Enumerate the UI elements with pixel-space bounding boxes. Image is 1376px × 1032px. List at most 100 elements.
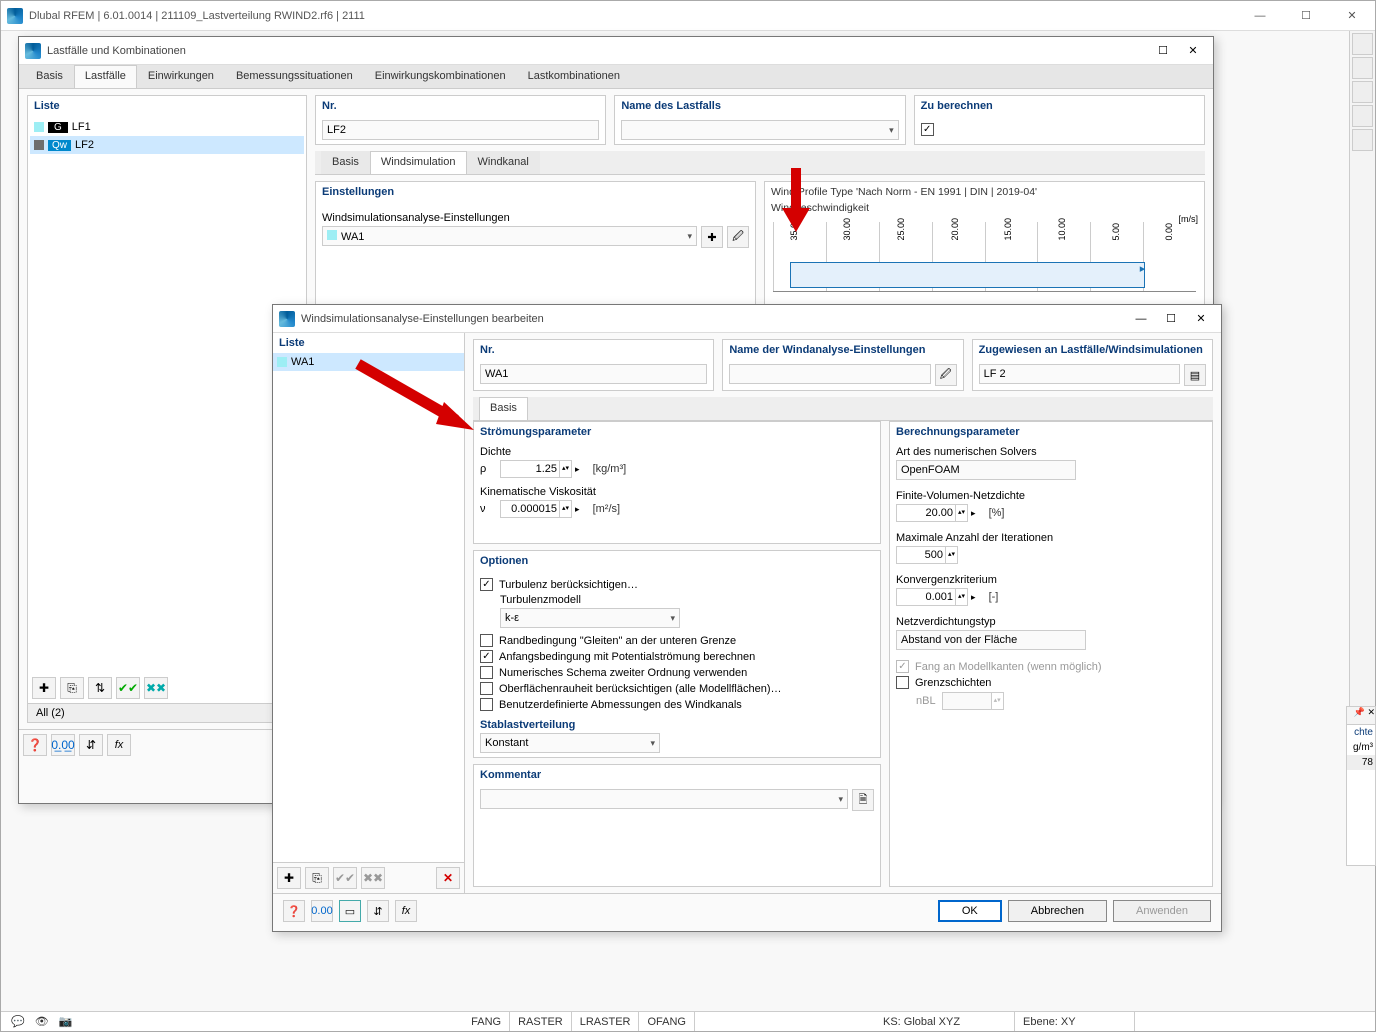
cb-turbulenz[interactable]: ✓Turbulenz berücksichtigen… — [480, 578, 874, 591]
bottom-help-icon[interactable]: ❓ — [23, 734, 47, 756]
status-raster[interactable]: RASTER — [510, 1012, 572, 1031]
list-tool-icon[interactable]: ⇅ — [88, 677, 112, 699]
status-fang[interactable]: FANG — [463, 1012, 510, 1031]
cb-grenz[interactable]: Grenzschichten — [896, 676, 1206, 689]
win1-close-icon[interactable]: ✕ — [1179, 40, 1207, 62]
toolstrip-btn[interactable] — [1352, 105, 1373, 127]
liste-header: Liste — [28, 96, 306, 116]
bottom-fx-icon[interactable]: fx — [107, 734, 131, 756]
cb-numerisch[interactable]: Numerisches Schema zweiter Ordnung verwe… — [480, 666, 874, 679]
toolstrip-btn[interactable] — [1352, 129, 1373, 151]
toolstrip-btn[interactable] — [1352, 57, 1373, 79]
w2-help-icon[interactable]: ❓ — [283, 900, 305, 922]
side-panel-fragment: 📌 ✕ chte g/m³ 78 — [1346, 706, 1376, 866]
wind-edit-icon[interactable]: 🖉 — [727, 226, 749, 248]
w2-frame-icon[interactable]: ▭ — [339, 900, 361, 922]
nr-field[interactable]: LF2 — [322, 120, 599, 140]
komm-btn-icon[interactable]: 🗎 — [852, 789, 874, 811]
zuberechnen-checkbox[interactable]: ✓ — [921, 123, 1198, 136]
max-input[interactable]: ▴▾ — [896, 546, 958, 564]
main-max-icon[interactable]: ☐ — [1283, 1, 1329, 31]
cb-windkanal[interactable]: Benutzerdefinierte Abmessungen des Windk… — [480, 698, 874, 711]
toolstrip-btn[interactable] — [1352, 33, 1373, 55]
app-title: Dlubal RFEM | 6.01.0014 | 211109_Lastver… — [29, 10, 365, 22]
win2-close-icon[interactable]: ✕ — [1187, 308, 1215, 330]
list-check-icon[interactable]: ✔✔ — [116, 677, 140, 699]
w2-nr-field[interactable]: WA1 — [480, 364, 707, 384]
win2-min-icon[interactable]: — — [1127, 308, 1155, 330]
w2-tab-basis[interactable]: Basis — [479, 397, 528, 420]
art-dropdown[interactable]: OpenFOAM — [896, 460, 1076, 480]
bottom-tool3-icon[interactable]: ⇵ — [79, 734, 103, 756]
apply-button[interactable]: Anwenden — [1113, 900, 1211, 922]
list-x-icon[interactable]: ✖✖ — [144, 677, 168, 699]
wind-new-icon[interactable]: ✚ — [701, 226, 723, 248]
konv-l: Konvergenzkriterium — [896, 574, 1206, 586]
profile-sub: Windgeschwindigkeit — [765, 202, 1204, 218]
stab-dropdown[interactable]: Konstant▾ — [480, 733, 660, 753]
eye-icon[interactable]: 👁 — [35, 1015, 49, 1028]
status-ebene[interactable]: Ebene: XY — [1015, 1012, 1135, 1031]
tab-lastfaelle[interactable]: Lastfälle — [74, 65, 137, 88]
konv-input[interactable]: ▴▾▸ — [896, 588, 979, 606]
w2-zugew-field[interactable]: LF 2 — [979, 364, 1180, 384]
help-icon[interactable]: 💬 — [11, 1015, 25, 1028]
win2-max-icon[interactable]: ☐ — [1157, 308, 1185, 330]
tab-basis[interactable]: Basis — [25, 65, 74, 88]
list-copy-icon[interactable]: ⎘ — [60, 677, 84, 699]
namelf-header: Name des Lastfalls — [615, 96, 904, 116]
w2-name-h: Name der Windanalyse-Einstellungen — [723, 340, 962, 360]
w2-nr-h: Nr. — [474, 340, 713, 360]
main-titlebar: Dlubal RFEM | 6.01.0014 | 211109_Lastver… — [1, 1, 1375, 31]
cb-rauheit[interactable]: Oberflächenrauheit berücksichtigen (alle… — [480, 682, 874, 695]
netz-dropdown[interactable]: Abstand von der Fläche — [896, 630, 1086, 650]
main-tabs: Basis Lastfälle Einwirkungen Bemessungss… — [19, 65, 1213, 89]
list-item-lf1[interactable]: G LF1 — [30, 118, 304, 136]
w2-zugew-btn-icon[interactable]: ▤ — [1184, 364, 1206, 386]
tab-einwirkungkombi[interactable]: Einwirkungskombinationen — [364, 65, 517, 88]
ok-button[interactable]: OK — [938, 900, 1002, 922]
list-new-icon[interactable]: ✚ — [32, 677, 56, 699]
cb-potential[interactable]: ✓Anfangsbedingung mit Potentialströmung … — [480, 650, 874, 663]
w2-fx-icon[interactable]: fx — [395, 900, 417, 922]
turb-l: Turbulenzmodell — [500, 594, 874, 606]
status-ks[interactable]: KS: Global XYZ — [875, 1012, 1015, 1031]
main-min-icon[interactable]: — — [1237, 1, 1283, 31]
tab-einwirkungen[interactable]: Einwirkungen — [137, 65, 225, 88]
w2-liste-h: Liste — [273, 333, 464, 353]
cancel-button[interactable]: Abbrechen — [1008, 900, 1107, 922]
w2-decimals-icon[interactable]: 0.00 — [311, 900, 333, 922]
w2-delete-icon[interactable]: ✕ — [436, 867, 460, 889]
berech-h: Berechnungsparameter — [890, 422, 1212, 442]
subtab-basis[interactable]: Basis — [321, 151, 370, 174]
kin-input[interactable]: ▴▾▸ — [500, 500, 583, 518]
namelf-dropdown[interactable]: ▾ — [621, 120, 898, 140]
bottom-decimals-icon[interactable]: 0̲.0̲0 — [51, 734, 75, 756]
wind-select[interactable]: WA1 ▾ — [322, 226, 697, 246]
win1-max-icon[interactable]: ☐ — [1149, 40, 1177, 62]
tab-bemessung[interactable]: Bemessungssituationen — [225, 65, 364, 88]
tab-lastkombi[interactable]: Lastkombinationen — [517, 65, 631, 88]
status-lraster[interactable]: LRASTER — [572, 1012, 640, 1031]
w2-item-wa1[interactable]: WA1 — [273, 353, 464, 371]
finite-input[interactable]: ▴▾▸ — [896, 504, 979, 522]
komm-input[interactable]: ▾ — [480, 789, 848, 809]
dichte-input[interactable]: ▴▾▸ — [500, 460, 583, 478]
subtab-windkanal[interactable]: Windkanal — [467, 151, 540, 174]
w2-new-icon[interactable]: ✚ — [277, 867, 301, 889]
w2-name-field[interactable] — [729, 364, 930, 384]
w2-x-icon[interactable]: ✖✖ — [361, 867, 385, 889]
status-ofang[interactable]: OFANG — [639, 1012, 695, 1031]
main-close-icon[interactable]: ✕ — [1329, 1, 1375, 31]
profile-h: Wind Profile Type 'Nach Norm - EN 1991 |… — [765, 182, 1204, 202]
list-item-lf2[interactable]: Qw LF2 — [30, 136, 304, 154]
subtab-windsim[interactable]: Windsimulation — [370, 151, 467, 174]
w2-edit-name-icon[interactable]: 🖉 — [935, 364, 957, 386]
cam-icon[interactable]: 📷 — [59, 1015, 73, 1028]
w2-tool-icon[interactable]: ⇵ — [367, 900, 389, 922]
toolstrip-btn[interactable] — [1352, 81, 1373, 103]
w2-copy-icon[interactable]: ⎘ — [305, 867, 329, 889]
w2-check-icon[interactable]: ✔✔ — [333, 867, 357, 889]
cb-gleiten[interactable]: Randbedingung "Gleiten" an der unteren G… — [480, 634, 874, 647]
turb-dropdown[interactable]: k-ε▾ — [500, 608, 680, 628]
